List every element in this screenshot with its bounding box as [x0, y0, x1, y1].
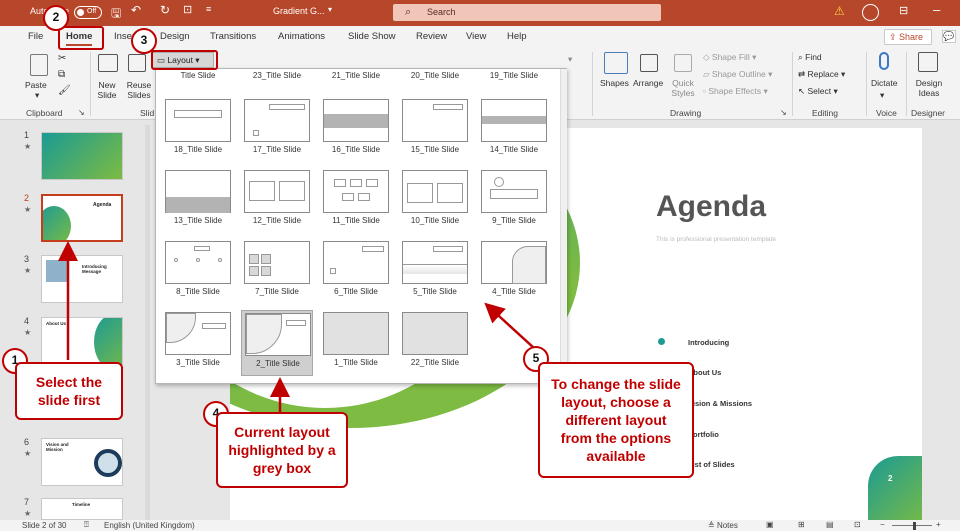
- arrow-to-layout-options: [484, 302, 535, 349]
- annotation-arrows: [58, 241, 535, 412]
- callout-choose-layout: To change the slide layout, choose a dif…: [538, 362, 694, 478]
- step-badge-2: 2: [43, 5, 69, 31]
- step-badge-3: 3: [131, 28, 157, 54]
- callout-select-slide: Select the slide first: [15, 362, 123, 420]
- callout-current-layout: Current layout highlighted by a grey box: [216, 412, 348, 488]
